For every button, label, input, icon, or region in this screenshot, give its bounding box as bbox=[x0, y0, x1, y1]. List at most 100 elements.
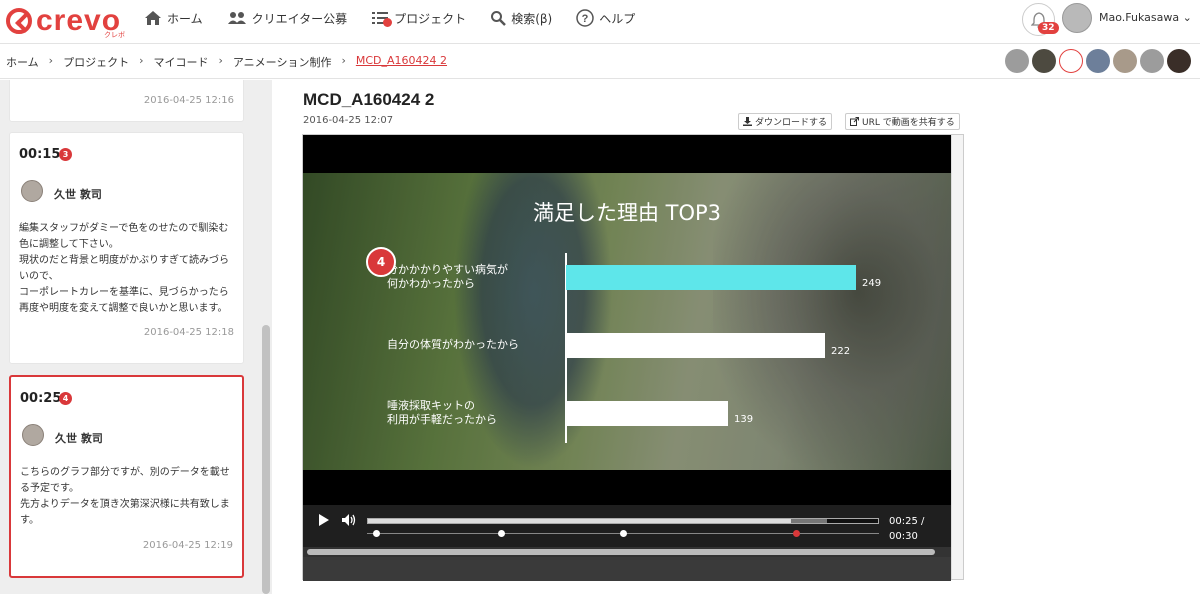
nav-projects-label: プロジェクト bbox=[394, 11, 467, 26]
comment-line: こちらのグラフ部分ですが、別のデータを載せ bbox=[20, 467, 230, 478]
logo-mark-icon bbox=[6, 8, 32, 34]
comment-line: 色に調整して下さい。 bbox=[19, 239, 119, 250]
nav-search-label: 検索(β) bbox=[511, 11, 553, 26]
breadcrumb-home[interactable]: ホーム bbox=[6, 54, 39, 70]
scrollbar-thumb[interactable] bbox=[307, 549, 935, 555]
breadcrumb-separator-icon: › bbox=[139, 54, 144, 67]
seek-bar[interactable] bbox=[367, 518, 879, 524]
comment-line: る予定です。 bbox=[20, 483, 79, 494]
chart-category-label: 唾液採取キットの 利用が手軽だったから bbox=[387, 399, 497, 426]
breadcrumb-animation[interactable]: アニメーション制作 bbox=[233, 54, 332, 70]
search-icon bbox=[491, 11, 507, 26]
member-avatar[interactable] bbox=[1167, 49, 1191, 73]
comment-marker-dot-active[interactable] bbox=[793, 530, 800, 537]
volume-icon[interactable] bbox=[341, 513, 357, 527]
breadcrumb-separator-icon: › bbox=[48, 54, 54, 67]
share-url-button[interactable]: URL で動画を共有する bbox=[845, 113, 960, 130]
player-footer bbox=[303, 557, 951, 581]
chart-category-label: 分かかかりやすい病気が 何かわかったから bbox=[387, 263, 508, 290]
nav-creators-label: クリエイター公募 bbox=[251, 11, 348, 26]
nav-help[interactable]: ? ヘルプ bbox=[576, 8, 635, 28]
home-icon bbox=[145, 11, 161, 25]
breadcrumb-projects[interactable]: プロジェクト bbox=[63, 54, 129, 70]
member-avatar[interactable] bbox=[1059, 49, 1083, 73]
svg-text:?: ? bbox=[582, 13, 589, 25]
download-label: ダウンロードする bbox=[755, 118, 828, 128]
comment-author: 久世 敦司 bbox=[54, 188, 102, 201]
breadcrumb-separator-icon: › bbox=[341, 54, 346, 67]
player-vertical-scrollbar[interactable] bbox=[951, 135, 963, 579]
logo-subtext: クレボ bbox=[104, 31, 125, 39]
comment-marker-dot[interactable] bbox=[498, 530, 505, 537]
chart-bar bbox=[566, 265, 856, 290]
chart-bar bbox=[566, 401, 728, 426]
project-members bbox=[1005, 49, 1194, 73]
sidebar-scrollbar[interactable] bbox=[262, 325, 270, 594]
member-avatar[interactable] bbox=[1005, 49, 1029, 73]
comment-line: いので、 bbox=[19, 271, 59, 282]
nav-projects[interactable]: プロジェクト bbox=[371, 8, 466, 28]
page-title: MCD_A160424 2 bbox=[303, 90, 435, 109]
user-menu[interactable]: Mao.Fukasawa ⌄ bbox=[1099, 11, 1192, 24]
member-avatar[interactable] bbox=[1032, 49, 1056, 73]
nav-home-label: ホーム bbox=[167, 11, 203, 26]
chart-bar-value: 249 bbox=[862, 278, 882, 289]
comment-sidebar: 2016-04-25 12:16 00:15 3 久世 敦司 編集スタッフがダミ… bbox=[0, 80, 272, 594]
comment-line: コーポレートカレーを基準に、見づらかったら bbox=[19, 287, 229, 298]
comment-card[interactable]: 00:15 3 久世 敦司 編集スタッフがダミーで色をのせたので馴染む 色に調整… bbox=[9, 132, 244, 364]
nav-help-label: ヘルプ bbox=[599, 11, 636, 26]
breadcrumb-current[interactable]: MCD_A160424 2 bbox=[356, 54, 447, 70]
comment-card-active[interactable]: 00:25 4 久世 敦司 こちらのグラフ部分ですが、別のデータを載せ る予定で… bbox=[9, 375, 244, 578]
comment-line: す。 bbox=[20, 515, 39, 526]
comment-timestamp[interactable]: 00:15 bbox=[19, 147, 60, 162]
download-button[interactable]: ダウンロードする bbox=[738, 113, 833, 130]
chart-bar-value: 222 bbox=[831, 346, 851, 357]
video-player[interactable]: 満足した理由 TOP3 249 分かかかりやすい病気が 何かわかったから 222 自分の… bbox=[302, 134, 964, 581]
comment-date: 2016-04-25 12:19 bbox=[142, 540, 233, 551]
comment-date: 2016-04-25 12:18 bbox=[143, 327, 234, 338]
video-date: 2016-04-25 12:07 bbox=[303, 115, 394, 126]
current-time: 00:25 / bbox=[889, 516, 925, 527]
nav-creators[interactable]: クリエイター公募 bbox=[227, 8, 348, 28]
play-icon[interactable] bbox=[317, 513, 331, 527]
comment-line: 再度や明度を変えて調整で良いかと思います。 bbox=[19, 303, 228, 314]
comment-number-badge: 3 bbox=[59, 148, 72, 161]
member-avatar[interactable] bbox=[1140, 49, 1164, 73]
comment-marker[interactable]: 4 bbox=[366, 247, 396, 277]
comment-card[interactable]: 2016-04-25 12:16 bbox=[9, 80, 244, 122]
user-name: Mao.Fukasawa bbox=[1099, 11, 1180, 24]
nav-search[interactable]: 検索(β) bbox=[490, 8, 552, 28]
video-frame[interactable]: 満足した理由 TOP3 249 分かかかりやすい病気が 何かわかったから 222 自分の… bbox=[303, 173, 951, 470]
breadcrumb-bar: ホーム › プロジェクト › マイコード › アニメーション制作 › MCD_A1604… bbox=[0, 44, 1200, 79]
comment-line: 先方よりデータを頂き次第深沢様に共有致しま bbox=[20, 499, 230, 510]
duration: 00:30 bbox=[889, 531, 918, 542]
chart-title: 満足した理由 TOP3 bbox=[532, 201, 722, 225]
comment-body: 編集スタッフがダミーで色をのせたので馴染む 色に調整して下さい。 現状のだと背景… bbox=[19, 221, 239, 317]
time-display: 00:25 / 00:30 bbox=[889, 514, 924, 544]
nav-home[interactable]: ホーム bbox=[144, 8, 203, 28]
share-label: URL で動画を共有する bbox=[862, 118, 955, 128]
breadcrumb-separator-icon: › bbox=[218, 54, 223, 67]
player-controls: 00:25 / 00:30 bbox=[303, 505, 951, 547]
comment-timestamp[interactable]: 00:25 bbox=[20, 391, 61, 406]
member-avatar[interactable] bbox=[1113, 49, 1137, 73]
breadcrumb: ホーム › プロジェクト › マイコード › アニメーション制作 › MCD_A1604… bbox=[6, 54, 457, 70]
avatar bbox=[21, 180, 43, 202]
comment-number-badge: 4 bbox=[59, 392, 72, 405]
member-avatar[interactable] bbox=[1086, 49, 1110, 73]
share-icon bbox=[850, 117, 859, 126]
comment-marker-dot[interactable] bbox=[620, 530, 627, 537]
avatar bbox=[22, 424, 44, 446]
comment-date: 2016-04-25 12:16 bbox=[143, 95, 234, 106]
comment-author: 久世 敦司 bbox=[55, 432, 103, 445]
chart-bar-value: 139 bbox=[734, 414, 754, 425]
comment-body: こちらのグラフ部分ですが、別のデータを載せ る予定です。 先方よりデータを頂き次… bbox=[20, 465, 240, 529]
comment-line: 現状のだと背景と明度がかぶりすぎて読みづら bbox=[19, 255, 229, 266]
seek-progress bbox=[368, 519, 792, 523]
comment-marker-dot[interactable] bbox=[373, 530, 380, 537]
chevron-down-icon: ⌄ bbox=[1182, 11, 1192, 24]
breadcrumb-mycode[interactable]: マイコード bbox=[153, 54, 208, 70]
player-horizontal-scrollbar[interactable] bbox=[303, 547, 951, 557]
user-avatar[interactable] bbox=[1062, 3, 1092, 33]
notification-count-badge: 32 bbox=[1038, 22, 1059, 34]
